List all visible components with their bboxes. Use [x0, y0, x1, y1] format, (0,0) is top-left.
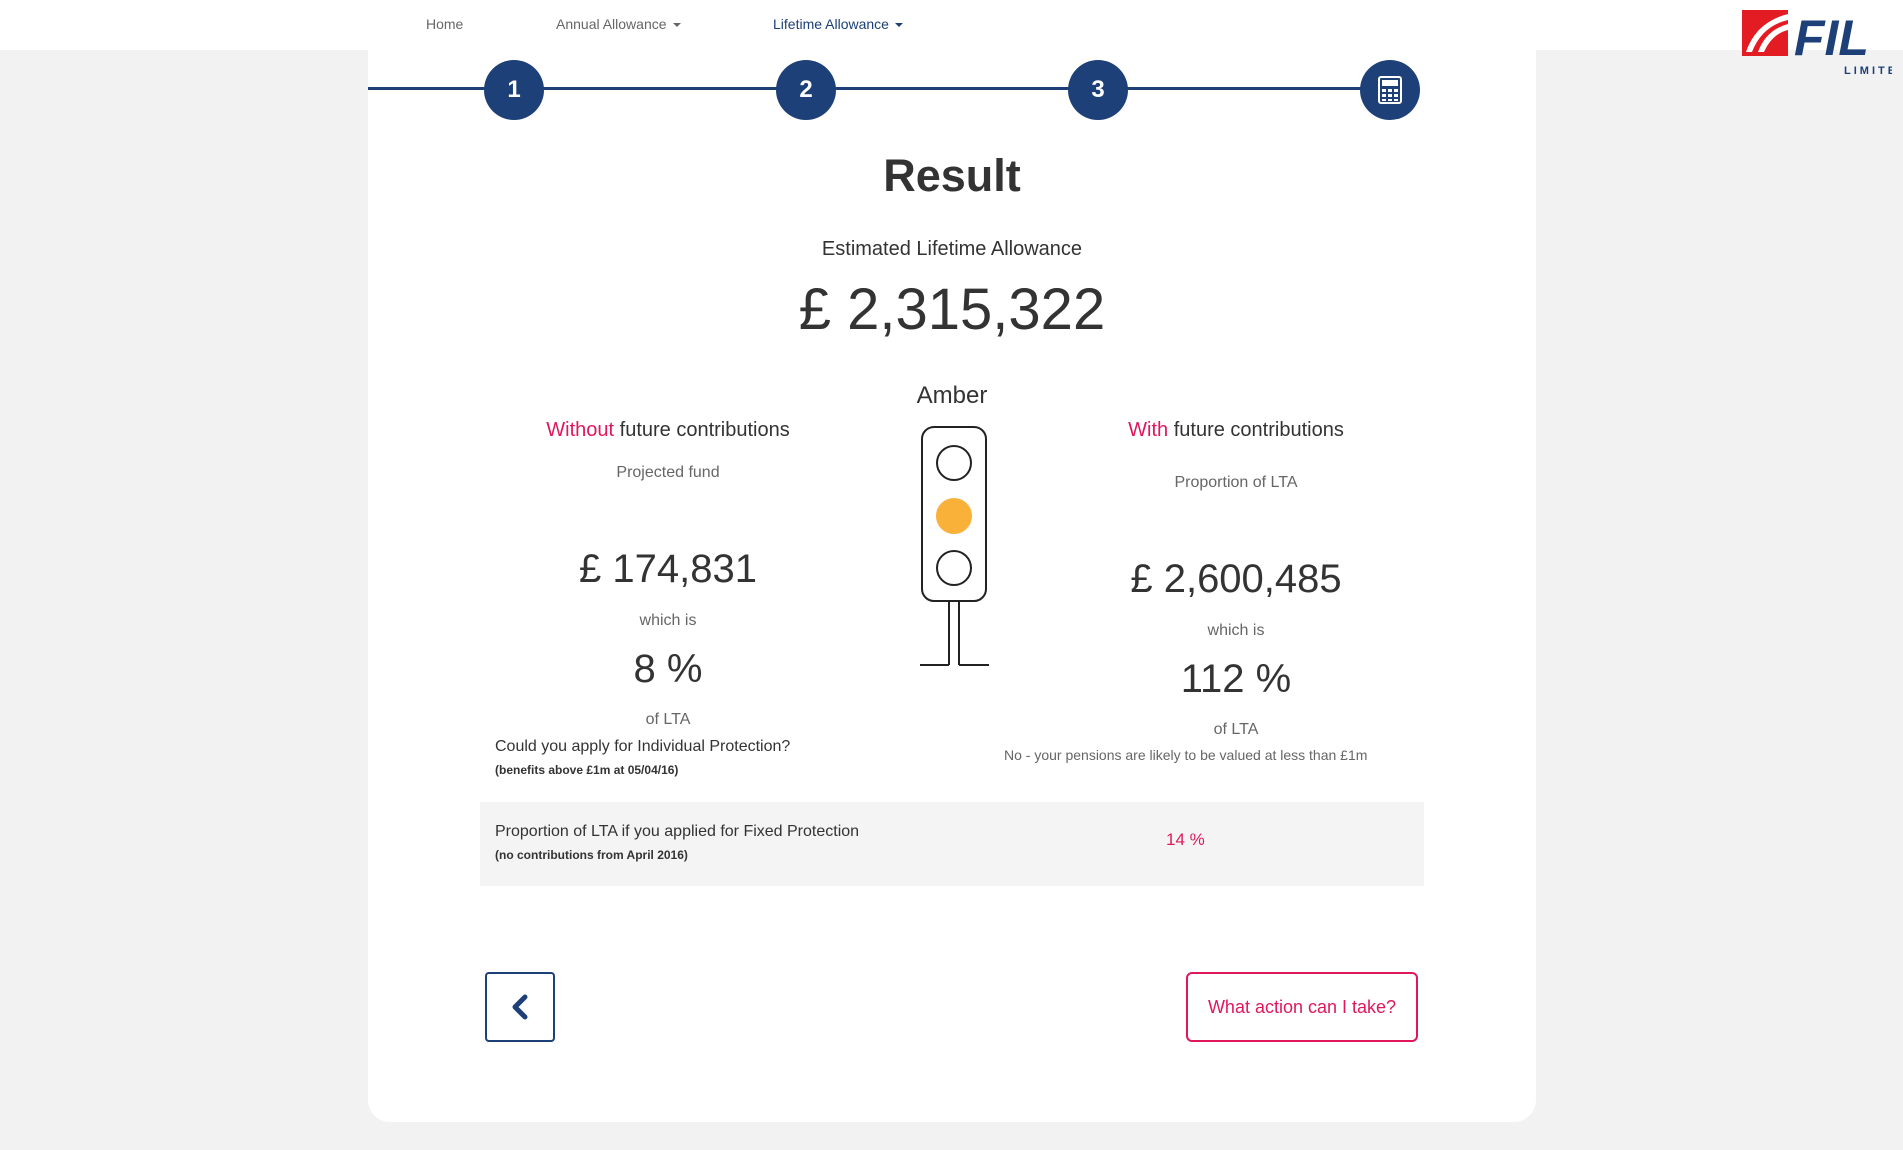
projected-fund-amount: £ 174,831: [579, 547, 757, 591]
which-is-label: which is: [639, 612, 697, 629]
traffic-light-icon: [920, 426, 989, 666]
caret-down-icon: [672, 23, 681, 28]
with-heading: With future contributions: [1026, 419, 1446, 442]
without-percent: 8 %: [633, 647, 703, 691]
step-2[interactable]: 2: [776, 60, 836, 120]
projected-fund-label: Projected fund: [616, 464, 720, 481]
of-lta-label: of LTA: [1213, 721, 1259, 738]
with-percent: 112 %: [1180, 657, 1292, 701]
individual-protection-answer: No - your pensions are likely to be valu…: [1004, 747, 1368, 763]
what-action-button[interactable]: What action can I take?: [1186, 972, 1418, 1042]
status-label: Amber: [916, 382, 988, 409]
with-heading-highlight: With: [1128, 419, 1169, 441]
svg-text:FIL: FIL: [1794, 10, 1869, 66]
step-3[interactable]: 3: [1068, 60, 1128, 120]
estimated-lta-label: Estimated Lifetime Allowance: [821, 238, 1083, 260]
caret-down-icon: [894, 23, 903, 28]
individual-protection-question: Could you apply for Individual Protectio…: [495, 738, 791, 755]
fixed-protection-note: (no contributions from April 2016): [495, 848, 688, 862]
which-is-label: which is: [1207, 622, 1265, 639]
without-heading-rest: future contributions: [614, 419, 790, 441]
of-lta-label: of LTA: [645, 711, 691, 728]
calculator-icon: [1378, 76, 1402, 104]
with-heading-rest: future contributions: [1168, 419, 1344, 441]
fil-logo: FIL LIMITED: [1742, 8, 1903, 78]
chevron-left-icon: [512, 994, 528, 1020]
step-1[interactable]: 1: [484, 60, 544, 120]
proportion-lta-label: Proportion of LTA: [1174, 474, 1298, 491]
step-calculator[interactable]: [1360, 60, 1420, 120]
individual-protection-note: (benefits above £1m at 05/04/16): [495, 763, 679, 777]
fixed-protection-answer: 14 %: [1166, 830, 1205, 849]
nav-annual-allowance[interactable]: Annual Allowance: [556, 16, 681, 32]
fixed-protection-question: Proportion of LTA if you applied for Fix…: [495, 823, 860, 840]
without-heading: Without future contributions: [458, 419, 878, 442]
estimated-lta-amount: £ 2,315,322: [798, 277, 1106, 342]
nav-annual-allowance-label: Annual Allowance: [556, 16, 667, 32]
without-heading-highlight: Without: [546, 419, 615, 441]
nav-lifetime-allowance[interactable]: Lifetime Allowance: [773, 16, 903, 32]
back-button[interactable]: [485, 972, 555, 1042]
page-title: Result: [883, 150, 1021, 201]
fixed-protection-row: [480, 802, 1424, 886]
svg-text:LIMITED: LIMITED: [1844, 65, 1892, 77]
proportion-lta-amount: £ 2,600,485: [1130, 557, 1342, 601]
top-navigation: Home Annual Allowance Lifetime Allowance: [0, 0, 1903, 50]
result-card: 1 2 3 Result Estimated Lifetime Allowanc…: [368, 50, 1536, 1122]
nav-lifetime-allowance-label: Lifetime Allowance: [773, 16, 889, 32]
nav-home[interactable]: Home: [426, 16, 463, 32]
